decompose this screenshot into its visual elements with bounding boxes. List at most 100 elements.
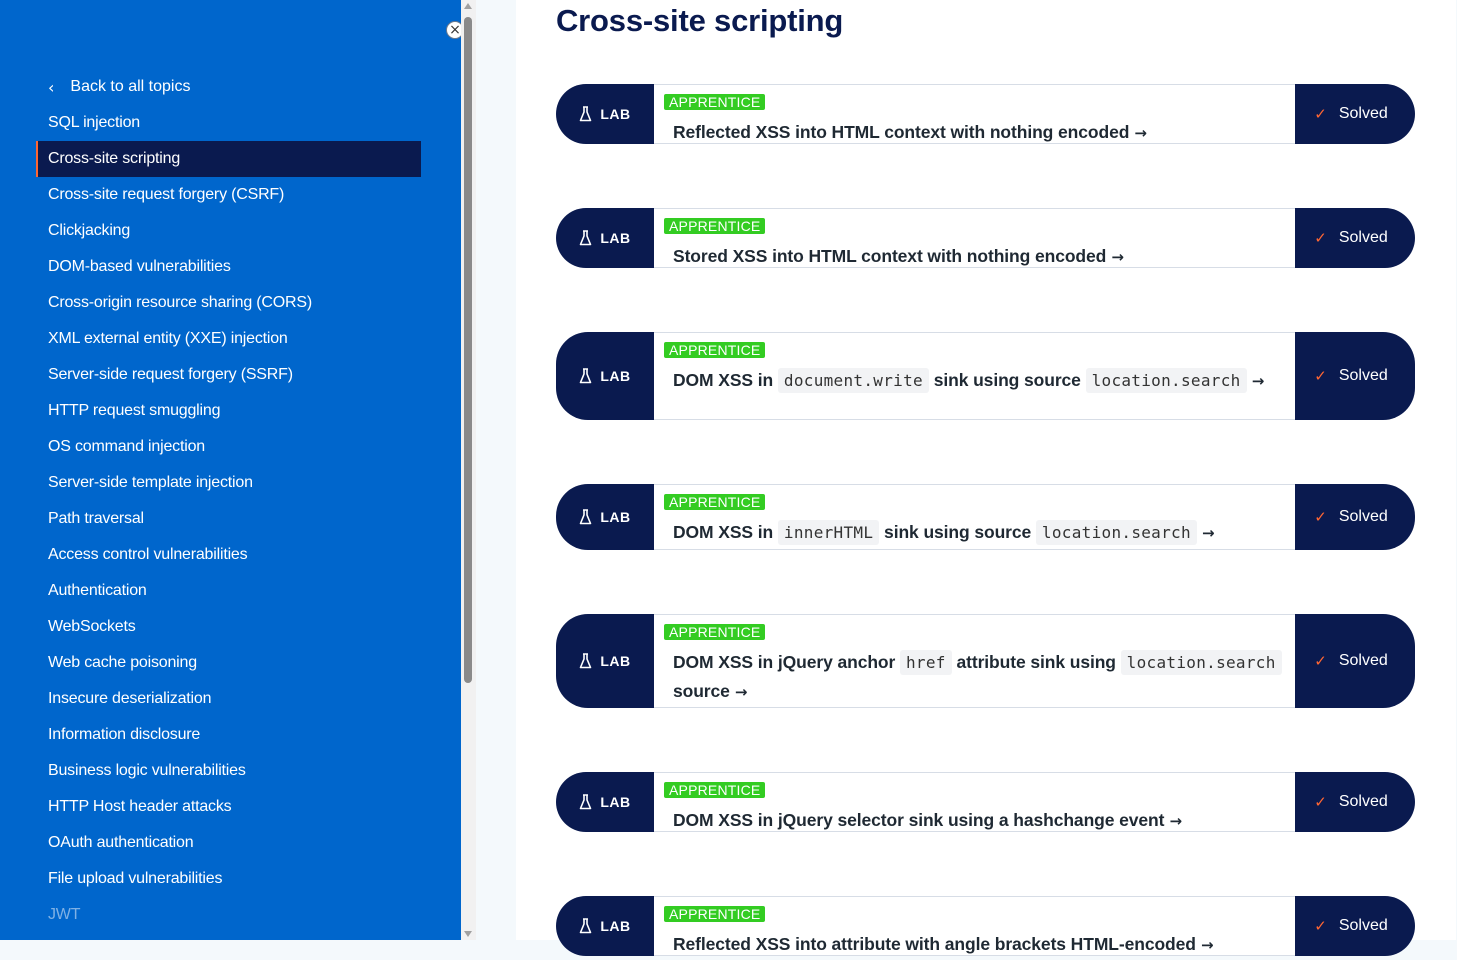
solved-label: Solved	[1338, 652, 1388, 669]
sidebar-item[interactable]: Clickjacking	[36, 213, 421, 249]
level-badge: APPRENTICE	[664, 494, 766, 510]
back-to-topics-link[interactable]: ‹ Back to all topics	[48, 75, 190, 99]
solved-label: Solved	[1338, 367, 1388, 384]
flask-icon	[580, 918, 592, 934]
lab-body: APPRENTICE DOM XSS in jQuery selector sin…	[664, 782, 1285, 836]
sidebar-item[interactable]: Server-side request forgery (SSRF)	[36, 357, 421, 393]
checkmark-icon: ✓	[1314, 508, 1327, 526]
lab-title-link[interactable]: DOM XSS in innerHTML sink using source l…	[673, 518, 1285, 548]
level-badge: APPRENTICE	[664, 218, 766, 234]
lab-tag-label: LAB	[600, 794, 631, 810]
flask-icon	[580, 653, 592, 669]
solved-status: ✓ Solved	[1295, 614, 1415, 708]
sidebar-item[interactable]: Cross-site scripting	[36, 141, 421, 177]
scrollbar-thumb[interactable]	[464, 17, 472, 683]
level-badge: APPRENTICE	[664, 782, 766, 798]
flask-icon	[580, 794, 592, 810]
arrow-right-icon: →	[1246, 372, 1265, 390]
chevron-left-icon: ‹	[48, 77, 55, 97]
lab-row: LAB ✓ Solved APPRENTICE DOM XSS in innerHTML…	[556, 484, 1415, 550]
checkmark-icon: ✓	[1314, 652, 1327, 670]
solved-status: ✓ Solved	[1295, 332, 1415, 420]
lab-title-link[interactable]: DOM XSS in document.write sink using sou…	[673, 366, 1285, 396]
flask-icon	[580, 368, 592, 384]
lab-row: LAB ✓ Solved APPRENTICE Stored XSS into HTML…	[556, 208, 1415, 268]
solved-label: Solved	[1338, 793, 1388, 810]
arrow-right-icon: →	[1129, 124, 1147, 142]
checkmark-icon: ✓	[1314, 367, 1327, 385]
lab-row: LAB ✓ Solved APPRENTICE Reflected XSS into a…	[556, 896, 1415, 956]
lab-type-tag: LAB	[556, 772, 654, 832]
sidebar-item[interactable]: WebSockets	[36, 609, 421, 645]
sidebar-item[interactable]: Business logic vulnerabilities	[36, 753, 421, 789]
code-token: document.write	[777, 368, 929, 393]
lab-type-tag: LAB	[556, 896, 654, 956]
sidebar-item[interactable]: HTTP Host header attacks	[36, 789, 421, 825]
sidebar-item[interactable]: OS command injection	[36, 429, 421, 465]
code-token: innerHTML	[777, 520, 880, 545]
lab-tag-label: LAB	[600, 106, 631, 122]
sidebar-scrollbar[interactable]	[461, 0, 476, 940]
solved-status: ✓ Solved	[1295, 84, 1415, 144]
solved-label: Solved	[1338, 229, 1388, 246]
sidebar-item[interactable]: Web cache poisoning	[36, 645, 421, 681]
sidebar-item[interactable]: File upload vulnerabilities	[36, 861, 421, 897]
lab-row: LAB ✓ Solved APPRENTICE Reflected XSS into H…	[556, 84, 1415, 144]
solved-label: Solved	[1338, 917, 1388, 934]
page-title: Cross-site scripting	[556, 3, 844, 38]
sidebar-item[interactable]: Server-side template injection	[36, 465, 421, 501]
checkmark-icon: ✓	[1314, 917, 1327, 935]
flask-icon	[580, 230, 592, 246]
lab-type-tag: LAB	[556, 84, 654, 144]
back-link-label: Back to all topics	[70, 78, 191, 95]
level-badge: APPRENTICE	[664, 94, 766, 110]
arrow-right-icon: →	[1164, 812, 1182, 830]
code-token: location.search	[1120, 650, 1282, 675]
sidebar-item[interactable]: OAuth authentication	[36, 825, 421, 861]
lab-type-tag: LAB	[556, 208, 654, 268]
sidebar-item[interactable]: Access control vulnerabilities	[36, 537, 421, 573]
code-token: href	[900, 650, 952, 675]
sidebar-item[interactable]: DOM-based vulnerabilities	[36, 249, 421, 285]
scroll-down-arrow-icon[interactable]	[464, 931, 472, 937]
solved-status: ✓ Solved	[1295, 772, 1415, 832]
sidebar-item[interactable]: JWT	[36, 897, 421, 933]
lab-title-link[interactable]: DOM XSS in jQuery selector sink using a …	[673, 806, 1285, 836]
code-token: location.search	[1035, 520, 1197, 545]
sidebar-item[interactable]: Authentication	[36, 573, 421, 609]
lab-title-link[interactable]: DOM XSS in jQuery anchor href attribute …	[673, 648, 1285, 707]
lab-type-tag: LAB	[556, 484, 654, 550]
sidebar-item[interactable]: Information disclosure	[36, 717, 421, 753]
lab-row: LAB ✓ Solved APPRENTICE DOM XSS in document.…	[556, 332, 1415, 420]
lab-tag-label: LAB	[600, 653, 631, 669]
solved-status: ✓ Solved	[1295, 896, 1415, 956]
lab-title-link[interactable]: Reflected XSS into attribute with angle …	[673, 930, 1285, 960]
level-badge: APPRENTICE	[664, 342, 766, 358]
scroll-up-arrow-icon[interactable]	[464, 3, 472, 9]
solved-label: Solved	[1338, 105, 1388, 122]
sidebar-item[interactable]: SQL injection	[36, 105, 421, 141]
sidebar-item[interactable]: Cross-origin resource sharing (CORS)	[36, 285, 421, 321]
sidebar-item[interactable]: XML external entity (XXE) injection	[36, 321, 421, 357]
arrow-right-icon: →	[1106, 248, 1124, 266]
lab-tag-label: LAB	[600, 230, 631, 246]
checkmark-icon: ✓	[1314, 793, 1327, 811]
content-panel: Cross-site scripting LAB ✓ Solved APPRENTIC…	[516, 0, 1456, 956]
solved-label: Solved	[1338, 508, 1388, 525]
lab-body: APPRENTICE DOM XSS in jQuery anchor href …	[664, 624, 1285, 707]
sidebar: ‹ Back to all topics SQL injection Cross-…	[0, 0, 461, 940]
lab-tag-label: LAB	[600, 918, 631, 934]
lab-body: APPRENTICE Stored XSS into HTML context w…	[664, 218, 1285, 272]
lab-body: APPRENTICE Reflected XSS into attribute w…	[664, 906, 1285, 960]
code-token: location.search	[1085, 368, 1247, 393]
sidebar-item[interactable]: Cross-site request forgery (CSRF)	[36, 177, 421, 213]
lab-title-link[interactable]: Reflected XSS into HTML context with not…	[673, 118, 1285, 148]
lab-title-link[interactable]: Stored XSS into HTML context with nothin…	[673, 242, 1285, 272]
sidebar-item[interactable]: Path traversal	[36, 501, 421, 537]
lab-body: APPRENTICE Reflected XSS into HTML contex…	[664, 94, 1285, 148]
lab-type-tag: LAB	[556, 614, 654, 708]
sidebar-item[interactable]: Insecure deserialization	[36, 681, 421, 717]
lab-row: LAB ✓ Solved APPRENTICE DOM XSS in jQuery an…	[556, 614, 1415, 708]
lab-body: APPRENTICE DOM XSS in innerHTML sink usin…	[664, 494, 1285, 548]
sidebar-item[interactable]: HTTP request smuggling	[36, 393, 421, 429]
